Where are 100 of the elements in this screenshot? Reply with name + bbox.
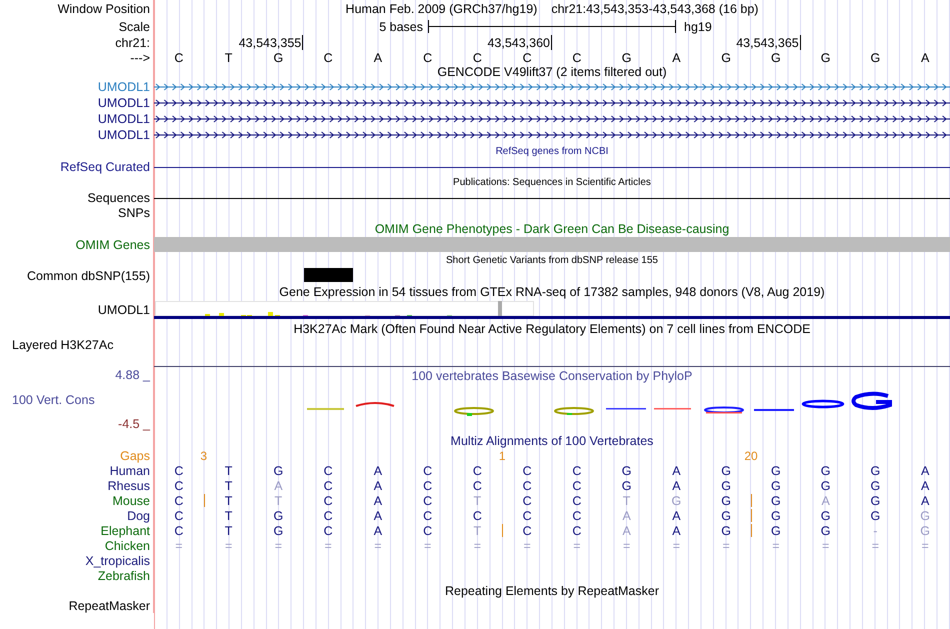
species-label[interactable]: Rhesus <box>108 478 150 492</box>
track-label[interactable]: 100 Vert. Cons <box>0 392 150 406</box>
base-letter: G <box>721 50 731 64</box>
species-label[interactable]: Zebrafish <box>98 568 150 582</box>
aligned-base: A <box>672 478 681 492</box>
track-title[interactable]: Publications: Sequences in Scientific Articles <box>453 177 651 188</box>
position-text: chr21:43,543,353-43,543,368 (16 bp) <box>551 2 758 16</box>
row-label: ---> <box>130 50 150 64</box>
track-label[interactable]: Common dbSNP(155) <box>27 268 150 282</box>
species-label[interactable]: Mouse <box>112 494 150 508</box>
track-label[interactable]: Sequences <box>87 191 150 205</box>
aligned-base: = <box>175 538 183 552</box>
base-letter: T <box>224 50 232 64</box>
aligned-base: C <box>324 508 333 522</box>
aligned-base: A <box>920 494 930 508</box>
track-title[interactable]: Gene Expression in 54 tissues from GTEx RNA-seq of 17382 samples, 948 donors (V8, Aug 2019) <box>279 285 825 299</box>
track-title[interactable]: OMIM Gene Phenotypes - Dark Green Can Be Disease-causing <box>374 222 730 236</box>
aligned-base: C <box>174 524 184 538</box>
track-label[interactable]: OMIM Genes <box>76 238 150 252</box>
aligned-base: G <box>771 524 781 538</box>
base-letter: C <box>174 50 184 64</box>
aligned-base: C <box>572 494 582 508</box>
scale-assembly: hg19 <box>683 20 713 34</box>
aligned-base: = <box>722 538 730 552</box>
gap-count: 20 <box>744 448 758 462</box>
track-label[interactable]: RepeatMasker <box>68 599 150 613</box>
aligned-base: G <box>820 478 830 492</box>
aligned-base: T <box>474 524 482 538</box>
track-title[interactable]: H3K27Ac Mark (Often Found Near Active Regulatory Elements) on 7 cell lines from ENCODE <box>294 322 810 336</box>
base-letter: A <box>920 50 930 64</box>
aligned-base: C <box>522 508 532 522</box>
species-label[interactable]: Human <box>110 464 150 478</box>
aligned-base: C <box>522 464 532 478</box>
aligned-base: T <box>274 494 282 508</box>
track-label[interactable]: UMODL1 <box>98 303 150 317</box>
aligned-base: C <box>174 508 184 522</box>
aligned-base: = <box>573 538 581 552</box>
row-label: chr21: <box>115 36 150 50</box>
coordinate-label: 43,543,365 <box>736 35 801 50</box>
track-title[interactable]: Short Genetic Variants from dbSNP release 155 <box>446 254 658 266</box>
base-letter: C <box>522 50 532 64</box>
aligned-base: C <box>572 508 582 522</box>
aligned-base: C <box>572 478 582 492</box>
aligned-base: T <box>224 464 232 478</box>
species-label[interactable]: X_tropicalis <box>85 554 150 568</box>
gene-label[interactable]: UMODL1 <box>98 128 150 142</box>
species-label[interactable]: Chicken <box>104 538 150 552</box>
track-title[interactable]: RefSeq genes from NCBI <box>496 146 608 157</box>
track-title[interactable]: Multiz Alignments of 100 Vertebrates <box>450 434 654 448</box>
aligned-base: A <box>920 478 930 492</box>
aligned-base: A <box>672 464 681 478</box>
aligned-base: C <box>423 524 432 538</box>
track-label[interactable]: SNPs <box>118 206 150 220</box>
aligned-base: G <box>622 464 632 478</box>
aligned-base: C <box>324 494 333 508</box>
gap-label: Gaps <box>120 448 150 462</box>
row-label: Scale <box>118 20 150 34</box>
species-label[interactable]: Dog <box>127 508 150 522</box>
base-letter: C <box>472 50 482 64</box>
aligned-base: C <box>472 508 482 522</box>
base-letter: G <box>771 50 781 64</box>
aligned-base: G <box>274 508 284 522</box>
aligned-base: G <box>721 524 731 538</box>
aligned-base: T <box>224 524 232 538</box>
base-letter: G <box>870 50 880 64</box>
coordinate-label: 43,543,355 <box>238 35 304 50</box>
track-title[interactable]: 100 vertebrates Basewise Conservation by PhyloP <box>412 369 692 383</box>
aligned-base: C <box>472 478 482 492</box>
aligned-base: C <box>522 494 532 508</box>
gene-label[interactable]: UMODL1 <box>98 80 150 94</box>
gene-label[interactable]: UMODL1 <box>98 96 150 110</box>
aligned-base: - <box>873 524 878 538</box>
aligned-base: = <box>224 538 232 552</box>
gap-count: 1 <box>498 448 506 462</box>
species-label[interactable]: Elephant <box>100 524 150 538</box>
track-label[interactable]: RefSeq Curated <box>60 160 150 174</box>
aligned-base: G <box>870 508 880 522</box>
aligned-base: = <box>374 538 382 552</box>
track-title[interactable]: Repeating Elements by RepeatMasker <box>444 584 659 598</box>
aligned-base: = <box>324 538 332 552</box>
aligned-base: C <box>423 508 432 522</box>
aligned-base: C <box>423 478 432 492</box>
aligned-base: C <box>572 524 582 538</box>
base-letter: C <box>423 50 432 64</box>
aligned-base: A <box>622 508 631 522</box>
aligned-base: A <box>672 508 681 522</box>
row-label: Window Position <box>58 2 150 16</box>
track-title[interactable]: GENCODE V49lift37 (2 items filtered out) <box>437 65 667 79</box>
coordinate-label: 43,543,360 <box>487 35 552 50</box>
gene-label[interactable]: UMODL1 <box>98 112 150 126</box>
aligned-base: A <box>374 478 382 492</box>
aligned-base: C <box>324 464 333 478</box>
aligned-base: C <box>324 478 333 492</box>
aligned-base: G <box>870 464 880 478</box>
aligned-base: G <box>771 478 781 492</box>
aligned-base: G <box>274 524 284 538</box>
track-label[interactable]: Layered H3K27Ac <box>12 338 114 352</box>
axis-max-label: 4.88 _ <box>115 368 150 382</box>
aligned-base: T <box>224 494 232 508</box>
aligned-base: G <box>721 478 731 492</box>
